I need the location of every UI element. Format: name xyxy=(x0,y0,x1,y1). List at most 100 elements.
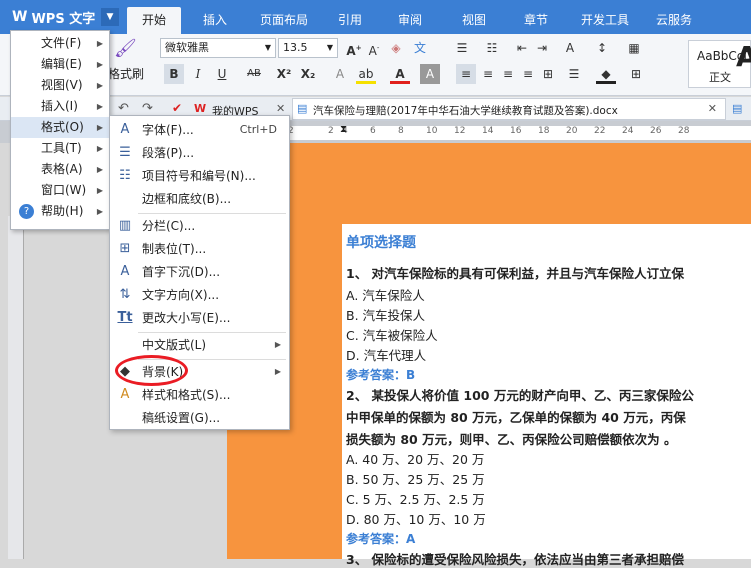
help-icon: ? xyxy=(19,204,34,219)
menu-item-paragraph[interactable]: ☰ 段落(P)... xyxy=(110,142,289,164)
horizontal-ruler[interactable]: 2 2 4 6 8 10 12 14 16 18 20 22 24 26 28 xyxy=(288,126,751,140)
close-icon[interactable]: ✕ xyxy=(276,102,285,115)
tab-cloud[interactable]: 云服务 xyxy=(648,9,700,34)
dropcap-icon: A xyxy=(120,264,130,279)
bullet-list-icon[interactable]: ☰ xyxy=(452,38,472,58)
chevron-right-icon: ▶ xyxy=(96,39,103,48)
ruler-tick: 12 xyxy=(454,126,466,136)
menu-item-label: 段落(P)... xyxy=(142,146,195,160)
format-painter-label[interactable]: 格式刷 xyxy=(108,64,144,84)
menu-item-bullets[interactable]: ☷ 项目符号和编号(N)... xyxy=(110,165,289,187)
menu-item-format[interactable]: 格式(O) ▶ xyxy=(11,117,109,138)
menu-item-font[interactable]: A 字体(F)... Ctrl+D xyxy=(110,119,289,141)
font-size-value: 13.5 xyxy=(283,41,308,54)
grow-font-icon[interactable]: A+ xyxy=(344,38,364,58)
new-tab-icon[interactable]: ▤ xyxy=(732,102,742,115)
menu-item-edit[interactable]: 编辑(E) ▶ xyxy=(11,54,109,75)
menu-item-label: 中文版式(L) xyxy=(142,338,207,352)
strikethrough-icon[interactable]: AB xyxy=(244,64,264,84)
shading-icon[interactable]: ◆ xyxy=(596,64,616,84)
menu-item-file[interactable]: 文件(F) ▶ xyxy=(11,33,109,54)
menu-item-help[interactable]: ? 帮助(H) ▶ xyxy=(11,201,109,222)
menu-item-window[interactable]: 窗口(W) ▶ xyxy=(11,180,109,201)
close-icon[interactable]: ✕ xyxy=(708,102,717,115)
tabstop-icon: ⊞ xyxy=(119,241,131,256)
app-menu-button[interactable]: W WPS 文字 xyxy=(6,6,101,28)
table-icon[interactable]: ▦ xyxy=(624,38,644,58)
wps-my-icon: W xyxy=(194,102,207,115)
italic-icon[interactable]: I xyxy=(188,64,208,84)
superscript-icon[interactable]: X² xyxy=(274,64,294,84)
shrink-font-icon[interactable]: A- xyxy=(364,38,384,58)
tab-insert[interactable]: 插入 xyxy=(195,9,235,34)
highlight-icon[interactable]: ab xyxy=(356,64,376,84)
menu-item-insert[interactable]: 插入(I) ▶ xyxy=(11,96,109,117)
watermark-url: jingyan.baidu.com xyxy=(612,529,714,542)
menu-item-chinese-layout[interactable]: 中文版式(L) ▶ xyxy=(110,334,289,356)
subscript-icon[interactable]: X₂ xyxy=(298,64,318,84)
pin-icon[interactable]: ✔ xyxy=(172,101,182,115)
bold-icon[interactable]: B xyxy=(164,64,184,84)
ruler-tick: 26 xyxy=(650,126,662,136)
undo-icon[interactable]: ↶ xyxy=(118,101,129,116)
menu-item-tools[interactable]: 工具(T) ▶ xyxy=(11,138,109,159)
chevron-right-icon: ▶ xyxy=(96,207,103,216)
text-outline-icon[interactable]: A xyxy=(330,64,350,84)
align-left-icon[interactable]: ≡ xyxy=(456,64,476,84)
menu-item-borders[interactable]: 边框和底纹(B)... xyxy=(110,188,289,210)
menu-item-manuscript[interactable]: 稿纸设置(G)... xyxy=(110,407,289,429)
doc-tab-active[interactable]: ▤ 汽车保险与理赔(2017年中华石油大学继续教育试题及答案).docx ✕ xyxy=(292,98,726,120)
format-painter-icon[interactable]: 🖌 xyxy=(114,38,137,64)
font-name-select[interactable]: 微软雅黑 ▼ xyxy=(160,38,276,58)
underline-icon[interactable]: U xyxy=(212,64,232,84)
tab-view[interactable]: 视图 xyxy=(454,9,494,34)
menu-item-text-direction[interactable]: ⇅ 文字方向(X)... xyxy=(110,284,289,306)
line-spacing-icon[interactable]: ☰ xyxy=(564,64,584,84)
ruler-tick: 10 xyxy=(426,126,438,136)
phonetic-icon[interactable]: 文 xyxy=(410,38,430,58)
borders-icon[interactable]: ⊞ xyxy=(626,64,646,84)
increase-indent-icon[interactable]: ⇥ xyxy=(532,38,552,58)
ruler-tick: 16 xyxy=(510,126,522,136)
tab-developer[interactable]: 开发工具 xyxy=(574,9,636,34)
tab-chapter[interactable]: 章节 xyxy=(516,9,556,34)
chevron-right-icon: ▶ xyxy=(96,186,103,195)
question-1: 1、 对汽车保险标的具有可保利益，并且与汽车保险人订立保 xyxy=(346,266,685,281)
tab-references[interactable]: 引用 xyxy=(330,9,370,34)
menu-shortcut: Ctrl+D xyxy=(239,123,277,136)
menu-item-table[interactable]: 表格(A) ▶ xyxy=(11,159,109,180)
sort-icon[interactable]: ↕ xyxy=(592,38,612,58)
redo-icon[interactable]: ↷ xyxy=(142,101,153,116)
menu-item-label: 帮助(H) xyxy=(41,204,84,218)
align-right-icon[interactable]: ≡ xyxy=(498,64,518,84)
q2-option-b: B. 50 万、25 万、25 万 xyxy=(346,472,485,487)
decrease-indent-icon[interactable]: ⇤ xyxy=(512,38,532,58)
numbered-list-icon[interactable]: ☷ xyxy=(482,38,502,58)
style-name: 正文 xyxy=(709,71,731,84)
tab-home[interactable]: 开始 xyxy=(127,7,181,34)
question-2-line-2: 中甲保单的保额为 80 万元，乙保单的保额为 40 万元，丙保 xyxy=(346,410,686,425)
tab-review[interactable]: 审阅 xyxy=(390,9,430,34)
font-color-icon[interactable]: A xyxy=(390,64,410,84)
menu-item-view[interactable]: 视图(V) ▶ xyxy=(11,75,109,96)
menu-item-tabstops[interactable]: ⊞ 制表位(T)... xyxy=(110,238,289,260)
menu-item-change-case[interactable]: Tt 更改大小写(E)... xyxy=(110,307,289,329)
menu-item-dropcap[interactable]: A 首字下沉(D)... xyxy=(110,261,289,283)
menu-item-styles[interactable]: A 样式和格式(S)... xyxy=(110,384,289,406)
font-size-select[interactable]: 13.5 ▼ xyxy=(278,38,338,58)
indent-marker-icon[interactable]: ⧗ xyxy=(340,124,348,142)
style-large-a-icon[interactable]: A xyxy=(736,40,751,73)
menu-item-label: 更改大小写(E)... xyxy=(142,311,231,325)
q1-answer: 参考答案：B xyxy=(346,368,416,382)
clear-format-icon[interactable]: ◈ xyxy=(386,38,406,58)
distributed-icon[interactable]: ⊞ xyxy=(538,64,558,84)
ruler-tick: 2 xyxy=(328,126,334,136)
char-shading-icon[interactable]: A xyxy=(420,64,440,84)
app-menu-dropdown-icon[interactable]: ▼ xyxy=(101,8,119,26)
text-effects-icon[interactable]: A xyxy=(560,38,580,58)
justify-icon[interactable]: ≡ xyxy=(518,64,538,84)
align-center-icon[interactable]: ≡ xyxy=(478,64,498,84)
menu-item-columns[interactable]: ▥ 分栏(C)... xyxy=(110,215,289,237)
vertical-ruler[interactable] xyxy=(8,216,24,559)
tab-page-layout[interactable]: 页面布局 xyxy=(253,9,315,34)
